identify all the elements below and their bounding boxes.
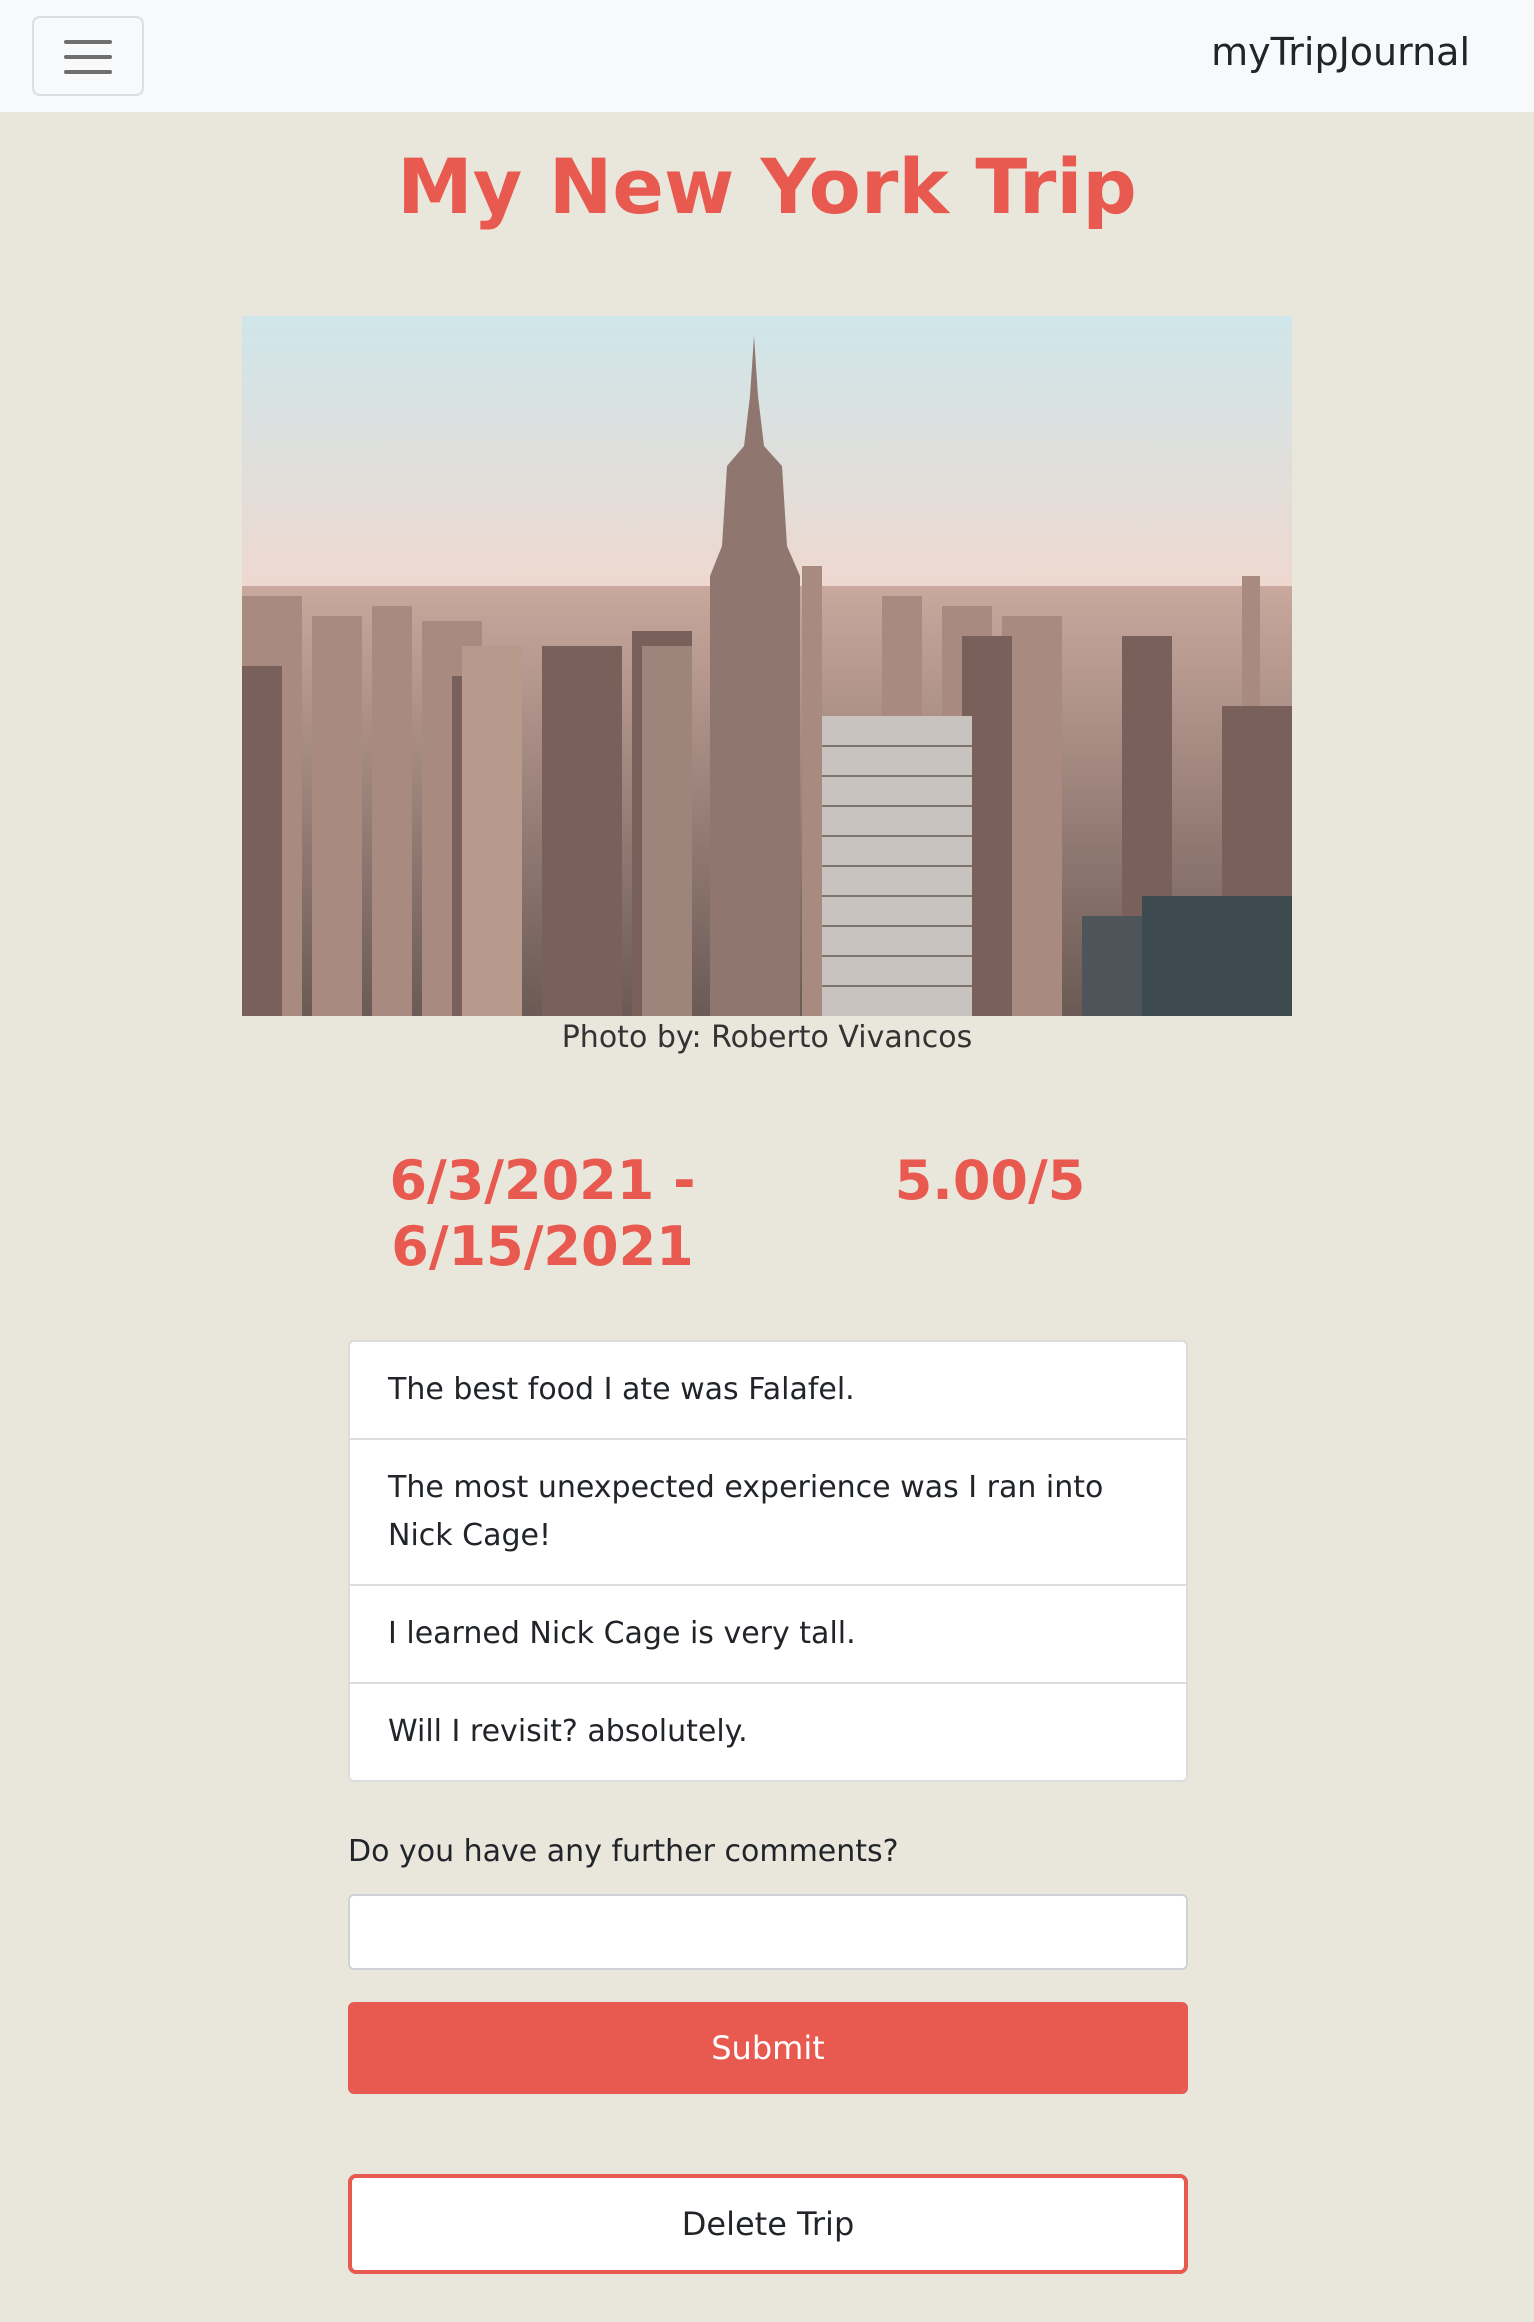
comments-label: Do you have any further comments? [348, 1834, 899, 1869]
navbar-toggler-button[interactable] [32, 16, 144, 96]
hamburger-menu-icon [64, 40, 112, 44]
list-item: Will I revisit? absolutely. [388, 1714, 748, 1749]
trip-photo [242, 316, 1292, 1016]
page-title: My New York Trip [397, 142, 1137, 231]
submit-button[interactable]: Submit [348, 2002, 1188, 2094]
trip-dates: 6/3/2021 - 6/15/2021 [389, 1149, 696, 1278]
comments-input[interactable] [348, 1894, 1188, 1970]
list-item: I learned Nick Cage is very tall. [350, 1586, 1186, 1684]
trip-answers-list: The best food I ate was Falafel. The mos… [348, 1340, 1188, 1782]
navbar: myTripJournal [0, 0, 1534, 112]
trip-rating: 5.00/5 [894, 1149, 1086, 1212]
delete-trip-button[interactable]: Delete Trip [348, 2174, 1188, 2274]
navbar-brand-link[interactable]: myTripJournal [1211, 30, 1470, 76]
list-item: The most unexpected experience was I ran… [350, 1440, 1186, 1586]
photo-caption: Photo by: Roberto Vivancos [561, 1020, 973, 1055]
list-item: The best food I ate was Falafel. [350, 1342, 1186, 1440]
